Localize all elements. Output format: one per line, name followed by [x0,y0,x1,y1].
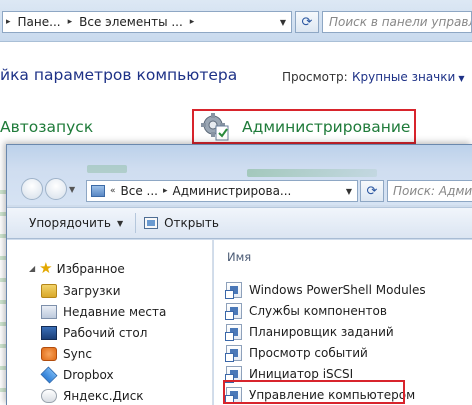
column-header-name[interactable]: Имя [227,250,251,264]
nav-item-sync[interactable]: Sync [41,347,92,361]
favorites-label: Избранное [56,261,125,276]
breadcrumb-separator-icon[interactable]: ▸ [65,17,76,27]
back-button[interactable] [21,178,43,200]
organize-label: Упорядочить [29,216,111,230]
refresh-icon: ⟳ [301,14,313,30]
explorer-address-field[interactable]: « Все ... ▸ Администрирова... ▼ [86,180,358,202]
nav-item-label: Недавние места [63,305,167,319]
recent-pages-dropdown-icon[interactable]: ▼ [69,185,75,194]
nav-item-label: Яндекс.Диск [63,389,144,403]
desktop-icon [41,326,57,340]
address-dropdown-icon[interactable]: ▼ [275,18,291,27]
nav-item-dropbox[interactable]: Dropbox [40,366,114,384]
highlight-frame [223,380,405,404]
window-chrome: ▼ « Все ... ▸ Администрирова... ▼ ⟳ Поис… [7,145,472,205]
refresh-icon: ⟳ [366,183,378,199]
breadcrumb-item[interactable]: Администрирова... [170,184,295,198]
nav-item-desktop[interactable]: Рабочий стол [41,326,147,340]
breadcrumb-item[interactable]: Все элементы ... [75,15,187,29]
sync-icon [41,347,57,361]
navigation-pane: ◢ ★ Избранное Загрузки Недавние места Ра… [7,240,213,405]
control-panel-address-bar: ▸ Пане... ▸ Все элементы ... ▸ ▼ ⟳ Поиск… [0,0,472,42]
list-item[interactable]: Просмотр событий [225,345,368,362]
forward-button[interactable] [45,178,67,200]
folder-location-icon [91,185,105,197]
collapse-arrow-icon[interactable]: ◢ [29,264,35,273]
breadcrumb-item[interactable]: Пане... [14,15,65,29]
nav-item-yandex-disk[interactable]: Яндекс.Диск [41,389,144,403]
background-text-fragment [87,165,127,173]
breadcrumb-overflow-icon[interactable]: « [108,186,118,196]
file-name: Планировщик заданий [249,325,394,339]
control-panel-address-field[interactable]: ▸ Пане... ▸ Все элементы ... ▸ ▼ [2,11,292,33]
background-text-fragment [247,169,377,177]
file-list: Имя Windows PowerShell Modules Службы ко… [214,240,472,405]
nav-item-label: Загрузки [63,284,121,298]
refresh-button[interactable]: ⟳ [360,180,384,202]
dropbox-icon [40,366,58,384]
shortcut-icon [225,324,242,341]
breadcrumb-item[interactable]: Все ... [118,184,161,198]
view-mode-value: Крупные значки [352,70,456,84]
open-label: Открыть [164,216,219,230]
list-item[interactable]: Планировщик заданий [225,324,394,341]
breadcrumb-separator-icon[interactable]: ▸ [187,17,198,27]
recent-places-icon [41,305,57,319]
control-panel-search-input[interactable]: Поиск в панели управления [322,11,472,33]
administration-window: ▼ « Все ... ▸ Администрирова... ▼ ⟳ Поис… [6,144,472,405]
shortcut-icon [225,345,242,362]
nav-item-label: Рабочий стол [63,326,148,340]
shortcut-icon [225,282,242,299]
list-item[interactable]: Windows PowerShell Modules [225,282,426,299]
favorites-header[interactable]: ◢ ★ Избранное [29,261,125,276]
command-bar: Упорядочить ▼ Открыть [7,207,472,239]
nav-item-recent-places[interactable]: Недавние места [41,305,166,319]
breadcrumb-separator-icon: ▸ [6,17,11,27]
refresh-button[interactable]: ⟳ [295,11,319,33]
nav-item-label: Sync [63,347,92,361]
downloads-folder-icon [41,284,57,298]
file-name: Службы компонентов [249,304,387,318]
file-name: Windows PowerShell Modules [249,283,426,297]
administration-label: Администрирование [242,117,411,136]
list-item[interactable]: Службы компонентов [225,303,387,320]
administration-item[interactable]: Администрирование [192,109,416,144]
organize-button[interactable]: Упорядочить ▼ [21,211,131,235]
address-dropdown-icon[interactable]: ▼ [341,187,357,196]
file-name: Просмотр событий [249,346,368,360]
page-title: йка параметров компьютера [0,66,238,84]
open-icon [144,217,159,229]
chevron-down-icon: ▼ [116,218,124,228]
file-name: Инициатор iSCSI [249,367,354,381]
shortcut-icon [225,303,242,320]
view-label: Просмотр: [282,70,348,84]
explorer-search-input[interactable]: Поиск: Админис [387,180,472,202]
nav-item-downloads[interactable]: Загрузки [41,284,121,298]
open-button[interactable]: Открыть [136,211,227,235]
star-icon: ★ [39,259,53,277]
yandex-disk-icon [41,389,57,403]
breadcrumb-separator-icon[interactable]: ▸ [161,186,170,196]
view-mode-dropdown[interactable]: Крупные значки ▼ [352,70,464,84]
autorun-link[interactable]: Автозапуск [0,118,93,136]
chevron-down-icon: ▼ [458,74,465,83]
administration-gear-icon [200,112,232,142]
nav-item-label: Dropbox [63,368,114,382]
